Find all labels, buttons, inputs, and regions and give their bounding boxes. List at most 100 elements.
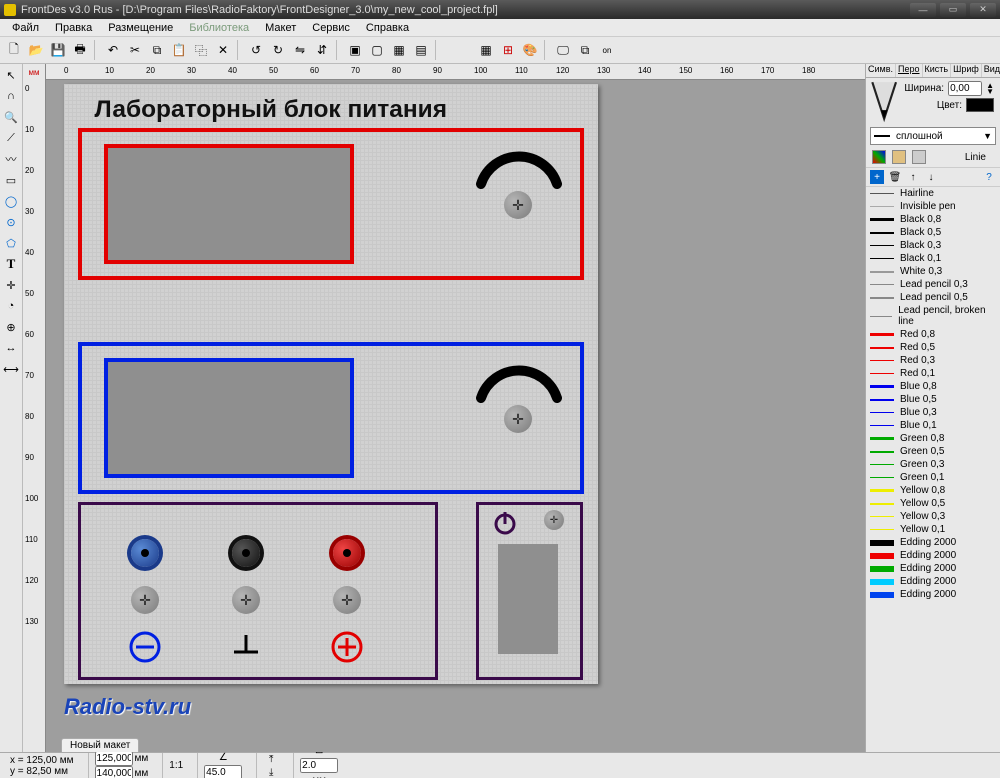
move-up-icon[interactable]: ↑ [906,170,920,184]
layers-icon[interactable]: ⧉ [575,40,595,60]
rotate-right-icon[interactable]: ↻ [268,40,288,60]
palette-2-icon[interactable] [892,150,906,164]
palette-icon[interactable]: 🎨 [520,40,540,60]
page-tab-1[interactable]: Новый макет [61,738,139,752]
duplicate-icon[interactable]: ⿻ [191,40,211,60]
rect-icon[interactable]: ▭ [2,171,20,189]
help-icon[interactable]: ? [982,170,996,184]
bring-front-icon[interactable]: ▣ [345,40,365,60]
zoom-icon[interactable]: 🔍 [2,108,20,126]
polygon-icon[interactable]: ⬠ [2,234,20,252]
undo-icon[interactable]: ↶ [103,40,123,60]
pen-row[interactable]: Blue 0,5 [866,393,1000,406]
pen-row[interactable]: Red 0,3 [866,354,1000,367]
pen-row[interactable]: Black 0,1 [866,252,1000,265]
status-x-input[interactable] [95,751,133,766]
open-icon[interactable]: 📂 [26,40,46,60]
menu-service[interactable]: Сервис [306,21,356,35]
text-icon[interactable]: T [2,255,20,273]
grid-icon[interactable]: ▦ [476,40,496,60]
status-y-input[interactable] [95,766,133,778]
save-icon[interactable]: 💾 [48,40,68,60]
maximize-button[interactable]: ▭ [940,3,966,17]
rotate-left-icon[interactable]: ↺ [246,40,266,60]
pen-row[interactable]: Edding 2000 [866,575,1000,588]
snap-icon[interactable]: ⊞ [498,40,518,60]
measure-icon[interactable]: ⟷ [2,360,20,378]
delete-pen-icon[interactable]: 🗑 [888,170,902,184]
dim-icon[interactable]: ↔ [2,339,20,357]
pen-row[interactable]: Hairline [866,187,1000,200]
target-icon[interactable]: ✛ [2,276,20,294]
align-top-icon[interactable]: ⤒ [263,754,279,765]
drill-icon[interactable]: ⊕ [2,318,20,336]
pen-row[interactable]: Blue 0,1 [866,419,1000,432]
pen-row[interactable]: Edding 2000 [866,549,1000,562]
menu-edit[interactable]: Правка [49,21,98,35]
pen-row[interactable]: Yellow 0,8 [866,484,1000,497]
menu-layout[interactable]: Макет [259,21,302,35]
pen-row[interactable]: Blue 0,3 [866,406,1000,419]
circle-icon[interactable]: ◯ [2,192,20,210]
color-swatch[interactable] [966,98,994,112]
pen-row[interactable]: Edding 2000 [866,536,1000,549]
line-icon[interactable]: ⟋ [2,129,20,147]
close-button[interactable]: ✕ [970,3,996,17]
snap-input[interactable] [300,758,338,773]
width-input[interactable] [948,81,982,96]
linestyle-combo[interactable]: сплошной ▼ [870,127,996,145]
design-page[interactable]: Лабораторный блок питания ✛ ✛ [64,84,598,684]
pen-row[interactable]: Red 0,5 [866,341,1000,354]
pen-row[interactable]: Yellow 0,1 [866,523,1000,536]
minimize-button[interactable]: — [910,3,936,17]
pen-row[interactable]: Blue 0,8 [866,380,1000,393]
group-icon[interactable]: ▦ [389,40,409,60]
pen-row[interactable]: Lead pencil 0,5 [866,291,1000,304]
pen-row[interactable]: Black 0,5 [866,226,1000,239]
pen-row[interactable]: Green 0,1 [866,471,1000,484]
palette-1-icon[interactable] [872,150,886,164]
pen-row[interactable]: Yellow 0,3 [866,510,1000,523]
paste-icon[interactable]: 📋 [169,40,189,60]
rp-tab-brush[interactable]: Кисть [923,64,952,77]
pen-row[interactable]: Yellow 0,5 [866,497,1000,510]
switch-icon[interactable]: on [597,40,617,60]
send-back-icon[interactable]: ▢ [367,40,387,60]
pen-row[interactable]: Edding 2000 [866,588,1000,601]
angle-input[interactable] [204,765,242,778]
rp-tab-view[interactable]: Вид [982,64,1000,77]
pen-row[interactable]: Black 0,3 [866,239,1000,252]
align-bottom-icon[interactable]: ⤓ [263,767,279,778]
add-pen-icon[interactable]: + [870,170,884,184]
pen-row[interactable]: Red 0,8 [866,328,1000,341]
pen-row[interactable]: Edding 2000 [866,562,1000,575]
polyline-icon[interactable]: 〰 [2,150,20,168]
pen-row[interactable]: Lead pencil, broken line [866,304,1000,328]
pen-row[interactable]: Lead pencil 0,3 [866,278,1000,291]
ungroup-icon[interactable]: ▤ [411,40,431,60]
move-down-icon[interactable]: ↓ [924,170,938,184]
pen-row[interactable]: Green 0,3 [866,458,1000,471]
pen-row[interactable]: Red 0,1 [866,367,1000,380]
pen-list[interactable]: HairlineInvisible penBlack 0,8Black 0,5B… [866,187,1000,752]
palette-3-icon[interactable] [912,150,926,164]
cut-icon[interactable]: ✂ [125,40,145,60]
pan-icon[interactable]: ∩ [2,87,20,105]
menu-library[interactable]: Библиотека [183,21,255,35]
menu-help[interactable]: Справка [360,21,415,35]
flip-v-icon[interactable]: ⇵ [312,40,332,60]
pen-row[interactable]: Green 0,8 [866,432,1000,445]
rp-tab-symbol[interactable]: Симв. [866,64,896,77]
pen-row[interactable]: White 0,3 [866,265,1000,278]
pointer-icon[interactable]: ↖ [2,66,20,84]
new-icon[interactable]: 🗋 [4,40,24,60]
dot-icon[interactable]: ⊙ [2,213,20,231]
pen-row[interactable]: Black 0,8 [866,213,1000,226]
screen-icon[interactable]: 🖵 [553,40,573,60]
rp-tab-pen[interactable]: Перо [896,64,923,77]
print-icon[interactable]: 🖶 [70,40,90,60]
canvas[interactable]: Лабораторный блок питания ✛ ✛ [46,80,865,752]
menu-place[interactable]: Размещение [102,21,179,35]
rp-tab-font[interactable]: Шриф [951,64,982,77]
scale-icon[interactable]: ◔ [2,297,20,315]
